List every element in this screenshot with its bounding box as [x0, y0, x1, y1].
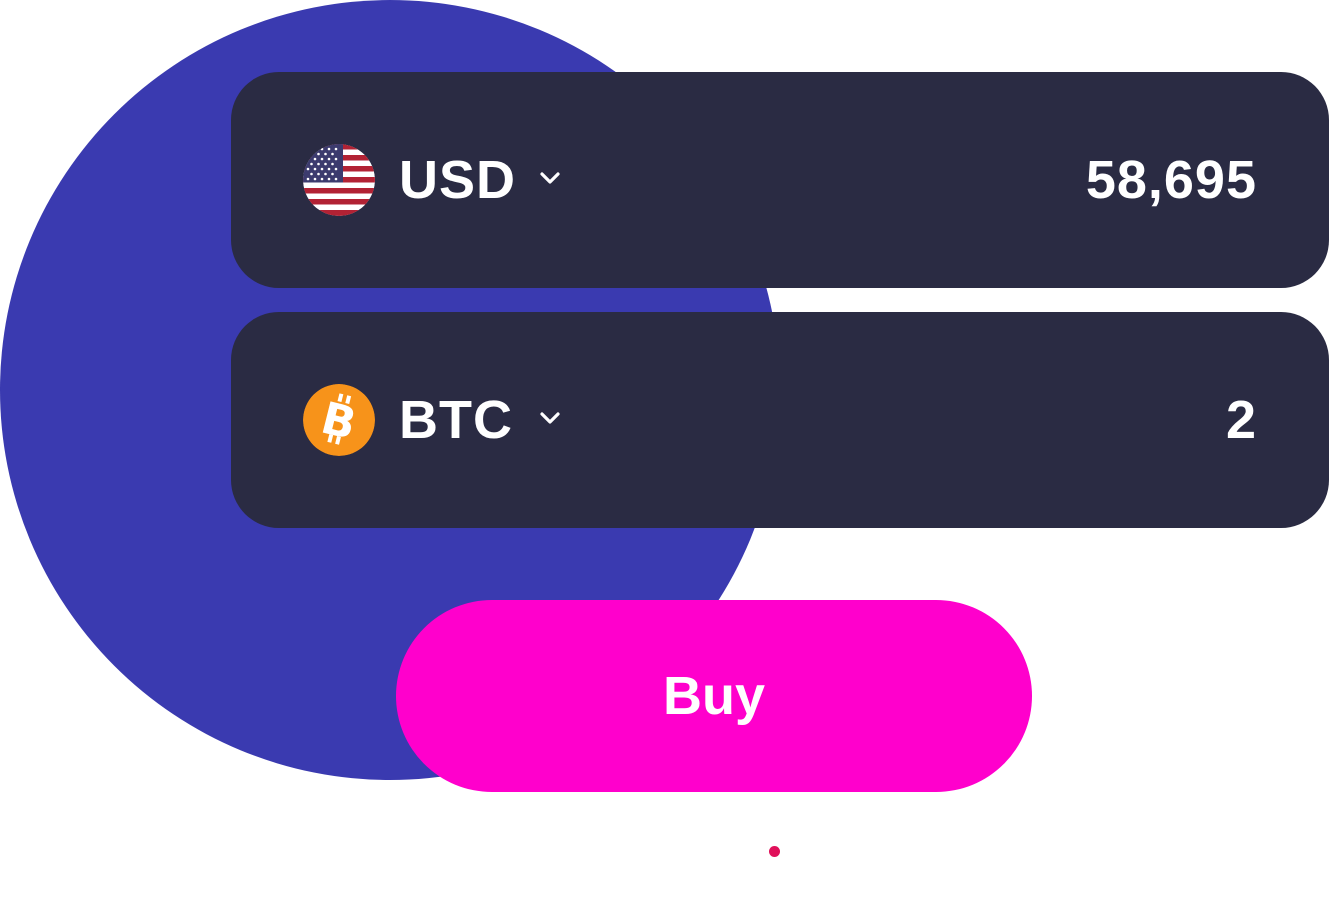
to-amount-input[interactable]: 2	[857, 312, 1257, 528]
chevron-down-icon[interactable]	[537, 408, 563, 428]
us-flag-icon	[303, 144, 375, 216]
to-currency-card: B BTC 2	[231, 312, 1329, 528]
from-amount-input[interactable]: 58,695	[857, 72, 1257, 288]
buy-button[interactable]: Buy	[396, 600, 1032, 792]
from-currency-card: USD 58,695	[231, 72, 1329, 288]
chevron-down-icon[interactable]	[537, 168, 563, 188]
from-currency-code[interactable]: USD	[399, 72, 516, 288]
bitcoin-icon: B	[303, 384, 375, 456]
indicator-dot	[769, 846, 780, 857]
exchange-widget: USD 58,695 B BTC 2 Buy	[0, 0, 1329, 900]
to-currency-code[interactable]: BTC	[399, 312, 513, 528]
